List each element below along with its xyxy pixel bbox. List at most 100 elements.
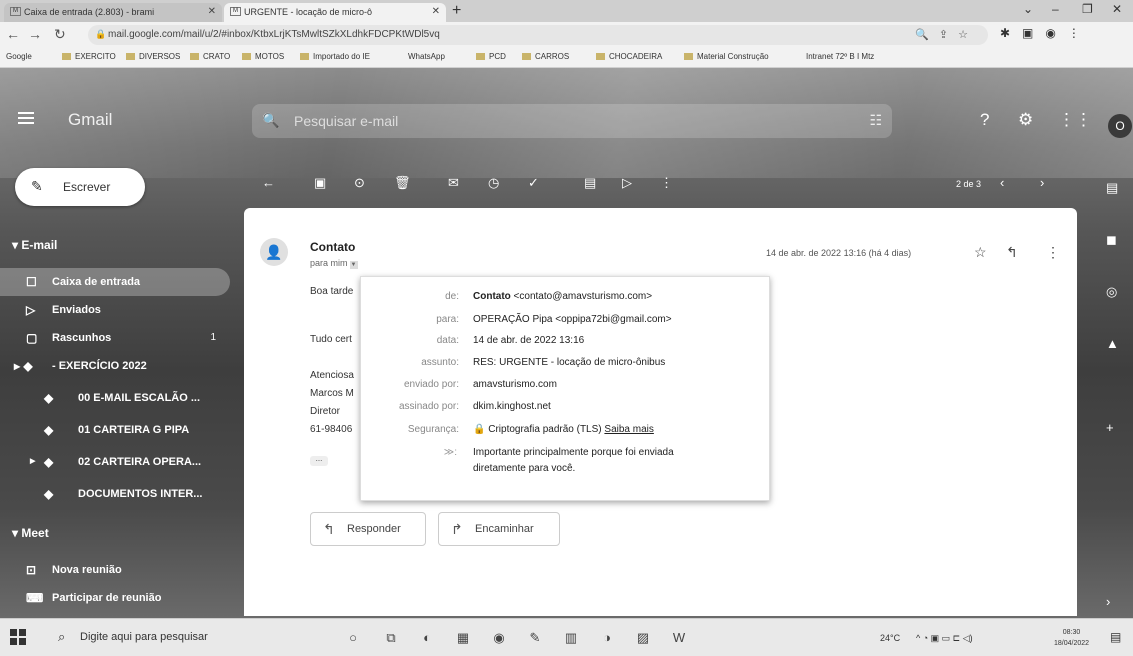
- omnibox-icons[interactable]: 🔍⇪☆: [915, 28, 978, 41]
- paint-icon[interactable]: ✎: [526, 629, 544, 647]
- sidebar-sublabel-02[interactable]: ▶ ◆ 02 CARTEIRA OPERA...: [0, 448, 230, 476]
- taskbar-search-input[interactable]: Digite aqui para pesquisar: [80, 631, 208, 643]
- calendar-icon[interactable]: ▤: [1106, 180, 1118, 196]
- star-icon[interactable]: ☆: [974, 244, 987, 261]
- help-icon[interactable]: ?: [980, 110, 989, 130]
- sidebar-sublabel-00[interactable]: ◆ 00 E-MAIL ESCALÃO ...: [0, 384, 230, 412]
- sidebar-item-inbox[interactable]: ☐ Caixa de entrada: [0, 268, 230, 296]
- newer-icon[interactable]: ‹: [1000, 175, 1004, 190]
- clock[interactable]: 08:30 18/04/2022: [1054, 627, 1089, 649]
- store-icon[interactable]: ▦: [454, 629, 472, 647]
- close-tab-icon[interactable]: ✕: [208, 6, 216, 17]
- bookmark-motos[interactable]: MOTOS: [242, 52, 284, 61]
- windows-start-icon[interactable]: [10, 629, 26, 645]
- forward-icon[interactable]: →: [28, 26, 42, 42]
- sidebar-item-drafts[interactable]: ▢ Rascunhos 1: [0, 324, 230, 352]
- learn-more-link[interactable]: Saiba mais: [604, 424, 653, 435]
- snooze-icon[interactable]: ◷: [488, 175, 499, 191]
- calculator-icon[interactable]: ▥: [562, 629, 580, 647]
- sender-name[interactable]: Contato: [310, 240, 355, 254]
- mark-unread-icon[interactable]: ✉: [448, 175, 459, 191]
- add-to-tasks-icon[interactable]: ✓: [528, 175, 539, 191]
- back-to-inbox-icon[interactable]: ←: [262, 175, 275, 190]
- label-as-icon[interactable]: ▷: [622, 175, 632, 191]
- tasks-icon[interactable]: ◎: [1106, 284, 1117, 300]
- message-more-icon[interactable]: ⋮: [1046, 244, 1060, 261]
- bookmark-diversos[interactable]: DIVERSOS: [126, 52, 180, 61]
- bookmark-carros[interactable]: CARROS: [522, 52, 569, 61]
- cortana-icon[interactable]: ○: [344, 629, 362, 647]
- account-avatar[interactable]: O: [1108, 114, 1132, 138]
- older-icon[interactable]: ›: [1040, 175, 1044, 190]
- search-icon[interactable]: 🔍: [262, 112, 279, 129]
- sidebar-sublabel-01[interactable]: ◆ 01 CARTEIRA G PIPA: [0, 416, 230, 444]
- back-icon[interactable]: ←: [6, 26, 20, 42]
- reload-icon[interactable]: ↻: [54, 26, 66, 43]
- bookmark-google[interactable]: Google: [6, 52, 32, 61]
- apps-grid-icon[interactable]: ⋮⋮: [1058, 110, 1092, 130]
- bookmark-whatsapp[interactable]: WhatsApp: [408, 52, 445, 61]
- recipient-summary[interactable]: para mim ▼: [310, 258, 358, 269]
- gmail-logo[interactable]: Gmail: [68, 110, 112, 130]
- bookmark-pcd[interactable]: PCD: [476, 52, 506, 61]
- move-to-icon[interactable]: ▤: [584, 175, 596, 191]
- settings-gear-icon[interactable]: ⚙: [1018, 110, 1033, 130]
- delete-icon[interactable]: 🗑: [394, 175, 411, 191]
- show-details-icon[interactable]: ▼: [349, 261, 358, 269]
- notifications-icon[interactable]: ▤: [1110, 630, 1121, 644]
- system-tray-icons[interactable]: ^ ◔ ▣ ▭ ⊏ ◁): [916, 633, 973, 644]
- sidebar-item-exercicio[interactable]: ▸ ◆ - EXERCÍCIO 2022: [0, 352, 230, 380]
- new-tab-icon[interactable]: +: [452, 2, 461, 20]
- sidebar-section-email[interactable]: ▾ E-mail: [12, 238, 57, 252]
- tab-search-icon[interactable]: ⌄: [1023, 2, 1033, 16]
- report-spam-icon[interactable]: ⊙: [354, 175, 365, 191]
- chrome-icon[interactable]: ◉: [490, 629, 508, 647]
- forward-button[interactable]: ↱ Encaminhar: [438, 512, 560, 546]
- keep-icon[interactable]: ◼: [1106, 232, 1117, 248]
- search-bar[interactable]: 🔍 Pesquisar e-mail ☷: [252, 104, 892, 138]
- expand-panel-icon[interactable]: ›: [1106, 594, 1110, 609]
- more-options-icon[interactable]: ⋮: [660, 175, 673, 191]
- search-input[interactable]: Pesquisar e-mail: [294, 113, 398, 129]
- add-addon-icon[interactable]: +: [1106, 420, 1114, 435]
- search-options-icon[interactable]: ☷: [869, 112, 882, 129]
- bookmark-intranet[interactable]: Intranet 72º B I Mtz: [806, 52, 874, 61]
- ccleaner-icon[interactable]: ◑: [598, 629, 616, 647]
- search-icon[interactable]: ⌕: [58, 629, 65, 645]
- reply-icon[interactable]: ↰: [1006, 244, 1018, 261]
- minimize-icon[interactable]: –: [1052, 2, 1059, 16]
- extension-icons[interactable]: ✱▣◉⋮: [1000, 26, 1092, 40]
- details-row-to: para: OPERAÇÃO Pipa <oppipa72bi@gmail.co…: [361, 314, 771, 332]
- show-trimmed-content-icon[interactable]: ...: [310, 455, 328, 466]
- photos-icon[interactable]: ▨: [634, 629, 652, 647]
- bookmark-chocadeira[interactable]: CHOCADEIRA: [596, 52, 662, 61]
- bookmark-crato[interactable]: CRATO: [190, 52, 230, 61]
- url-input[interactable]: 🔒 mail.google.com/mail/u/2/#inbox/KtbxLr…: [88, 25, 988, 45]
- maximize-icon[interactable]: ❐: [1082, 2, 1093, 16]
- contacts-icon[interactable]: ▲: [1106, 336, 1119, 351]
- close-tab-icon[interactable]: ✕: [432, 6, 440, 17]
- sidebar-item-new-meeting[interactable]: ⊡ Nova reunião: [0, 556, 230, 584]
- edge-icon[interactable]: ◐: [418, 629, 436, 647]
- tab-inbox[interactable]: M Caixa de entrada (2.803) - brami ✕: [4, 3, 222, 22]
- bookmark-material[interactable]: Material Construção: [684, 52, 769, 61]
- sidebar-item-join-meeting[interactable]: ⌨ Participar de reunião: [0, 584, 230, 612]
- sidebar-item-sent[interactable]: ▷ Enviados: [0, 296, 230, 324]
- main-menu-icon[interactable]: [18, 112, 34, 124]
- sidebar-section-meet[interactable]: ▾ Meet: [12, 526, 49, 540]
- message-date: 14 de abr. de 2022 13:16 (há 4 dias): [766, 248, 912, 258]
- reply-button[interactable]: ↰ Responder: [310, 512, 426, 546]
- sidebar-item-label: 01 CARTEIRA G PIPA: [78, 424, 190, 436]
- tab-urgente[interactable]: M URGENTE - locação de micro-ô ✕: [224, 3, 446, 22]
- task-view-icon[interactable]: ⧉: [382, 629, 400, 647]
- close-window-icon[interactable]: ✕: [1112, 2, 1122, 16]
- sidebar-sublabel-documentos[interactable]: ◆ DOCUMENTOS INTER...: [0, 480, 230, 508]
- bookmark-exercito[interactable]: EXERCITO: [62, 52, 116, 61]
- compose-button[interactable]: ✎ Escrever: [15, 168, 145, 206]
- body-line: 61-98406: [310, 424, 353, 435]
- expand-arrow-icon[interactable]: ▶: [30, 457, 35, 465]
- weather-temperature[interactable]: 24°C: [880, 633, 900, 643]
- bookmark-importado[interactable]: Importado do IE: [300, 52, 370, 61]
- word-icon[interactable]: W: [670, 629, 688, 647]
- archive-icon[interactable]: ▣: [314, 175, 326, 191]
